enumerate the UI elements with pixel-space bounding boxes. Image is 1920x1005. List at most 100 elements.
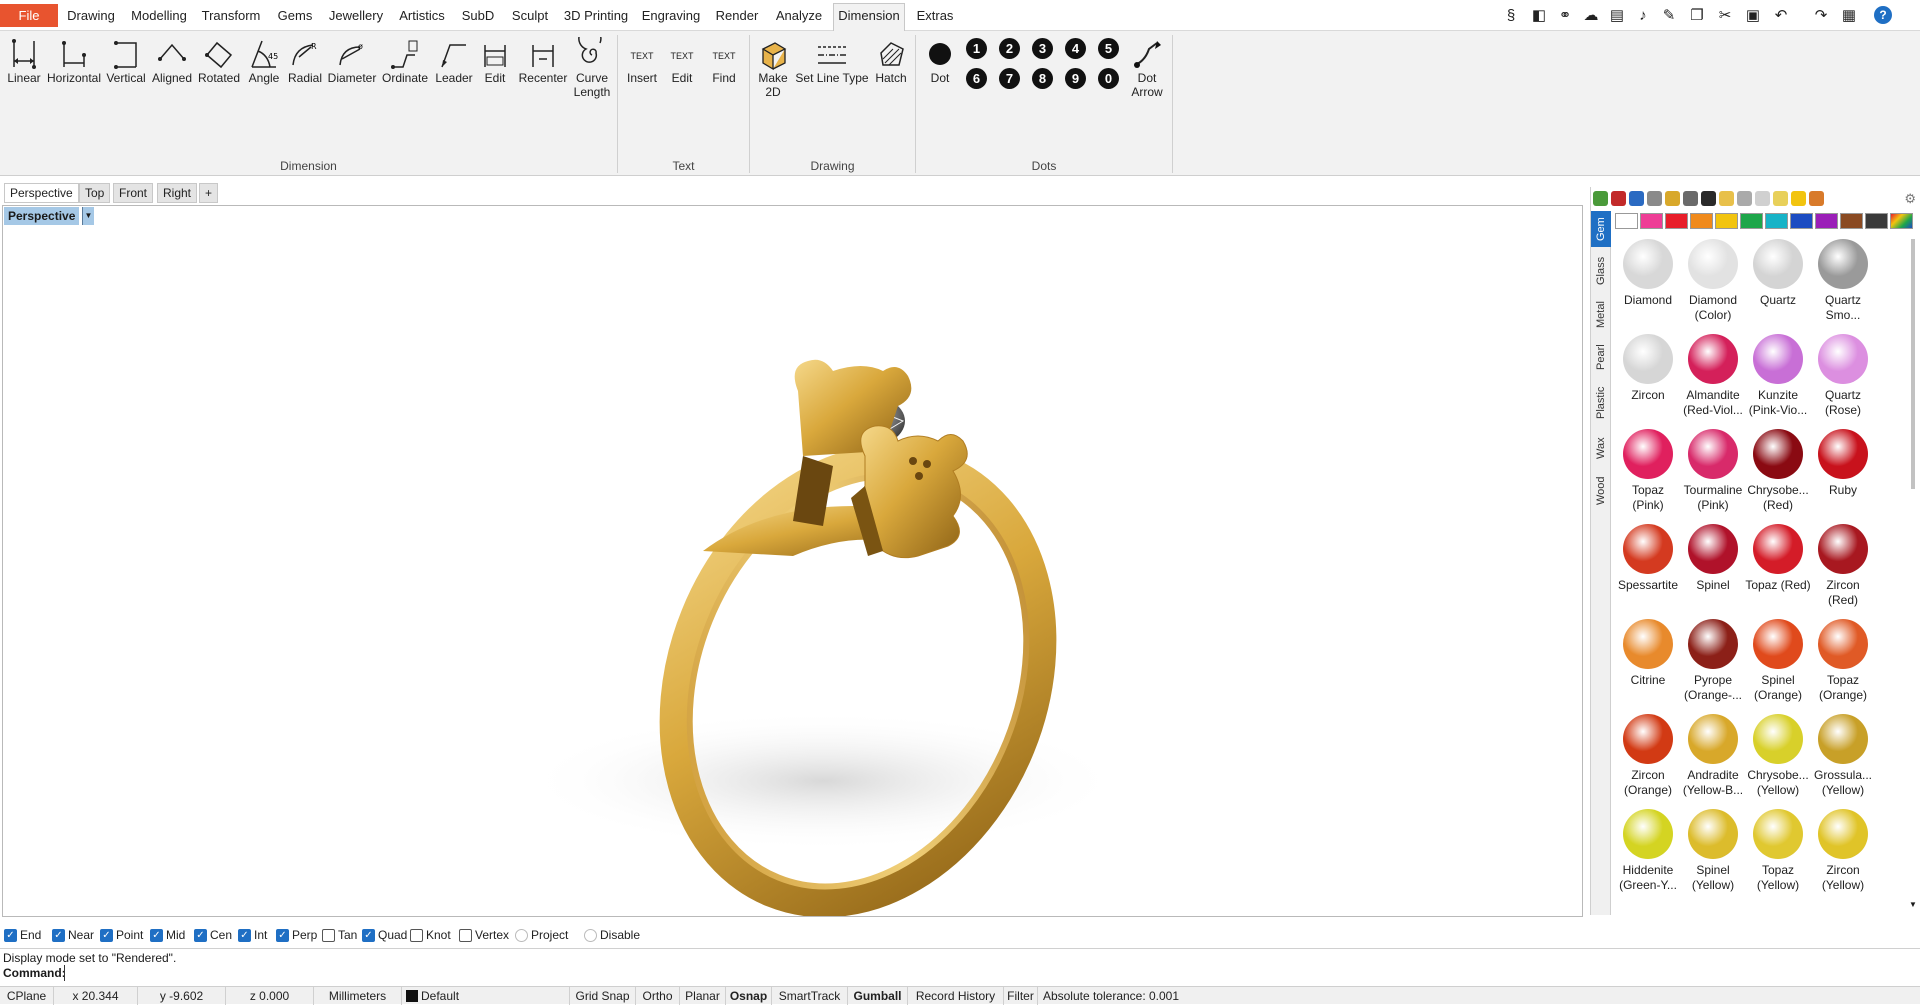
osnap-mid-checkbox[interactable]: ✓ Mid	[150, 927, 185, 943]
swatch-purple[interactable]	[1815, 213, 1838, 229]
gem-swatch[interactable]: Andradite (Yellow-B...	[1680, 714, 1746, 798]
gem-swatch[interactable]: Ruby	[1810, 429, 1876, 498]
gem-swatch[interactable]: Topaz (Pink)	[1615, 429, 1681, 513]
menu-drawing[interactable]: Drawing	[64, 4, 118, 27]
aligned-dimension-button[interactable]: Aligned	[150, 33, 194, 85]
leader-button[interactable]: Leader	[432, 33, 476, 85]
menu-gems[interactable]: Gems	[272, 4, 318, 27]
swatch-orange[interactable]	[1690, 213, 1713, 229]
swatch-black[interactable]	[1865, 213, 1888, 229]
status-units[interactable]: Millimeters	[314, 987, 402, 1005]
osnap-tan-checkbox[interactable]: Tan	[322, 927, 357, 943]
edit-icon[interactable]: ✎	[1658, 4, 1680, 26]
menu-3d-printing[interactable]: 3D Printing	[562, 4, 630, 27]
textures-icon[interactable]	[1647, 191, 1662, 206]
gem-swatch[interactable]: Topaz (Red)	[1745, 524, 1811, 593]
help-icon[interactable]: ?	[1872, 4, 1894, 26]
gem-swatch[interactable]: Zircon (Orange)	[1615, 714, 1681, 798]
scrollbar-thumb[interactable]	[1911, 239, 1915, 489]
gem-swatch[interactable]: Pyrope (Orange-...	[1680, 619, 1746, 703]
gem-swatch[interactable]: Tourmaline (Pink)	[1680, 429, 1746, 513]
osnap-cen-checkbox[interactable]: ✓ Cen	[194, 927, 232, 943]
link-icon[interactable]: ⚭	[1554, 4, 1576, 26]
gear-icon[interactable]	[1737, 191, 1752, 206]
osnap-point-checkbox[interactable]: ✓ Point	[100, 927, 143, 943]
swatch-red[interactable]	[1665, 213, 1688, 229]
cloud-icon[interactable]: ☁	[1580, 4, 1602, 26]
swatch-blue[interactable]	[1790, 213, 1813, 229]
gem-swatch[interactable]: Quartz (Rose)	[1810, 334, 1876, 418]
gem-swatch[interactable]: Kunzite (Pink-Vio...	[1745, 334, 1811, 418]
swatch-white[interactable]	[1615, 213, 1638, 229]
gem-swatch[interactable]: Spinel (Orange)	[1745, 619, 1811, 703]
gem-swatch[interactable]: Quartz Smo...	[1810, 239, 1876, 323]
swatch-all-colors[interactable]	[1890, 213, 1913, 229]
gem-swatch[interactable]: Zircon	[1615, 334, 1681, 403]
osnap-vertex-checkbox[interactable]: Vertex	[459, 927, 509, 943]
osnap-int-checkbox[interactable]: ✓ Int	[238, 927, 267, 943]
menu-file[interactable]: File	[0, 4, 58, 27]
menu-modelling[interactable]: Modelling	[126, 4, 192, 27]
status-osnap[interactable]: Osnap	[726, 987, 772, 1005]
gem-swatch[interactable]: Chrysobe... (Yellow)	[1745, 714, 1811, 798]
menu-extras[interactable]: Extras	[912, 4, 958, 27]
status-gumball[interactable]: Gumball	[848, 987, 908, 1005]
dot-9-button[interactable]: 9	[1065, 68, 1086, 89]
dot-3-button[interactable]: 3	[1032, 38, 1053, 59]
gem-swatch[interactable]: Zircon (Yellow)	[1810, 809, 1876, 893]
tab-wax[interactable]: Wax	[1591, 431, 1611, 465]
dot-4-button[interactable]: 4	[1065, 38, 1086, 59]
add-viewport-tab-button[interactable]: +	[199, 183, 219, 203]
gem-swatch[interactable]: Zircon (Red)	[1810, 524, 1876, 608]
menu-sculpt[interactable]: Sculpt	[506, 4, 554, 27]
properties-icon[interactable]	[1593, 191, 1608, 206]
radial-dimension-button[interactable]: R Radial	[286, 33, 324, 85]
status-planar[interactable]: Planar	[680, 987, 726, 1005]
angle-dimension-button[interactable]: 45 Angle	[244, 33, 284, 85]
scroll-down-icon[interactable]: ▼	[1907, 900, 1919, 909]
insert-text-button[interactable]: TEXT Insert	[622, 33, 662, 85]
vertical-dimension-button[interactable]: Vertical	[104, 33, 148, 85]
swatch-pink[interactable]	[1640, 213, 1663, 229]
edit-dimension-button[interactable]: Edit	[478, 33, 512, 85]
grasshopper-panel-icon[interactable]	[1809, 191, 1824, 206]
menu-dimension[interactable]: Dimension	[833, 3, 905, 32]
dot-arrow-button[interactable]: Dot Arrow	[1128, 33, 1166, 99]
swatch-brown[interactable]	[1840, 213, 1863, 229]
make-2d-button[interactable]: Make 2D	[754, 33, 792, 99]
tab-gem[interactable]: Gem	[1591, 211, 1611, 247]
dot-1-button[interactable]: 1	[966, 38, 987, 59]
dot-0-button[interactable]: 0	[1098, 68, 1119, 89]
perspective-viewport[interactable]: Perspective ▼	[2, 205, 1583, 917]
layers-icon[interactable]	[1683, 191, 1698, 206]
gem-swatch[interactable]: Diamond (Color)	[1680, 239, 1746, 323]
undo-icon[interactable]: ↶	[1770, 4, 1792, 26]
copy-icon[interactable]: ❐	[1686, 4, 1708, 26]
gem-swatch[interactable]: Spinel (Yellow)	[1680, 809, 1746, 893]
environment-icon[interactable]	[1629, 191, 1644, 206]
dot-7-button[interactable]: 7	[999, 68, 1020, 89]
tab-front[interactable]: Front	[113, 183, 154, 203]
sun-icon[interactable]	[1719, 191, 1734, 206]
osnap-disable-checkbox[interactable]: Disable	[584, 927, 640, 943]
gem-swatch[interactable]: Quartz	[1745, 239, 1811, 308]
gem-swatch[interactable]: Topaz (Yellow)	[1745, 809, 1811, 893]
status-ortho[interactable]: Ortho	[636, 987, 680, 1005]
gem-swatch[interactable]: Hiddenite (Green-Y...	[1615, 809, 1681, 893]
gem-swatch[interactable]: Grossula... (Yellow)	[1810, 714, 1876, 798]
grasshopper-icon[interactable]: §	[1500, 4, 1522, 26]
menu-jewellery[interactable]: Jewellery	[326, 4, 386, 27]
swatch-green[interactable]	[1740, 213, 1763, 229]
linear-dimension-button[interactable]: Linear	[4, 33, 44, 85]
save-icon[interactable]: ▦	[1838, 4, 1860, 26]
swatch-cyan[interactable]	[1765, 213, 1788, 229]
tab-glass[interactable]: Glass	[1591, 251, 1611, 291]
osnap-near-checkbox[interactable]: ✓ Near	[52, 927, 94, 943]
microphone-icon[interactable]: ♪	[1632, 4, 1654, 26]
status-cplane[interactable]: CPlane	[0, 987, 54, 1005]
horizontal-dimension-button[interactable]: Horizontal	[46, 33, 102, 85]
bell-icon[interactable]	[1791, 191, 1806, 206]
gem-swatch[interactable]: Almandite (Red-Viol...	[1680, 334, 1746, 418]
menu-analyze[interactable]: Analyze	[770, 4, 828, 27]
recenter-button[interactable]: Recenter	[516, 33, 570, 85]
